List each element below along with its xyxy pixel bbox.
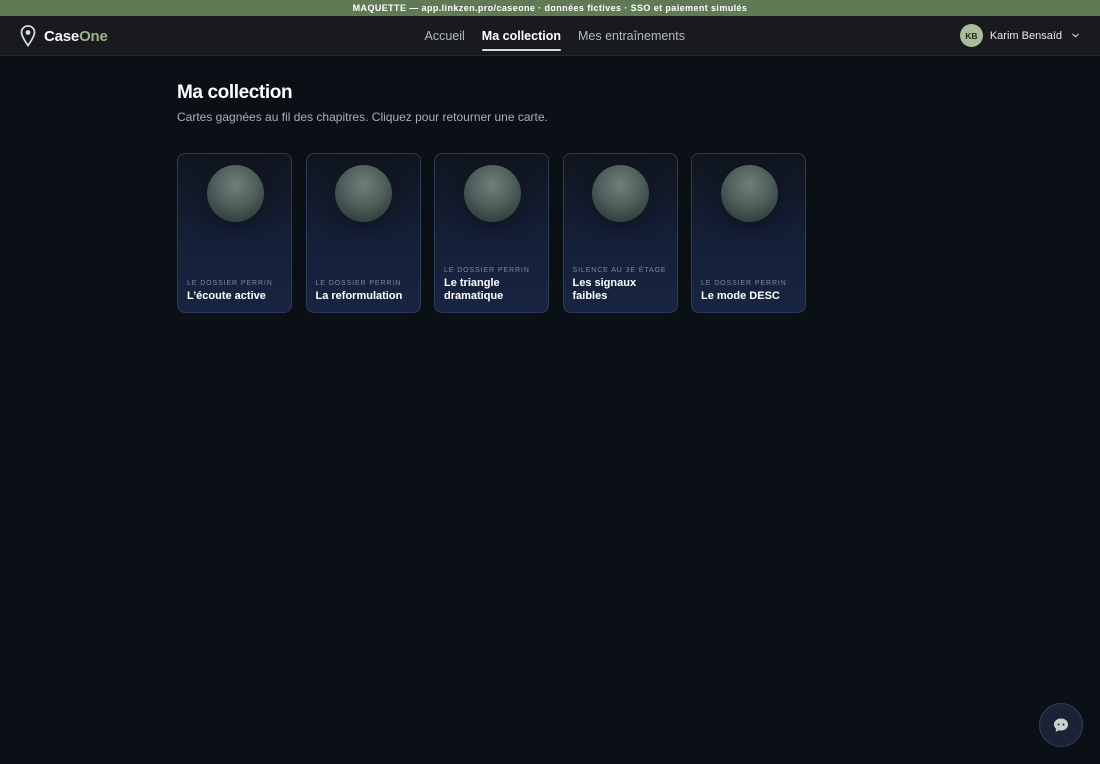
card-chapter: LE DOSSIER PERRIN (701, 279, 787, 287)
collection-card[interactable]: SILENCE AU 3E ÉTAGE Les signaux faibles (562, 153, 678, 313)
collection-card[interactable]: LE DOSSIER PERRIN Le mode DESC (691, 153, 806, 313)
card-orb-image (206, 165, 264, 222)
card-title: L’écoute active (187, 289, 266, 302)
main-nav: Accueil Ma collection Mes entraînements (416, 16, 693, 56)
card-title: Le mode DESC (701, 289, 780, 302)
nav-item-ma-collection[interactable]: Ma collection (473, 16, 569, 56)
map-pin-icon (20, 25, 36, 47)
nav-item-mes-entrainements[interactable]: Mes entraînements (569, 16, 693, 56)
collection-card[interactable]: LE DOSSIER PERRIN La reformulation (305, 153, 421, 313)
avatar: KB (959, 24, 983, 47)
user-name: Karim Bensaïd (989, 29, 1062, 42)
card-chapter: SILENCE AU 3E ÉTAGE (572, 267, 667, 274)
card-text: LE DOSSIER PERRIN Le mode DESC (701, 280, 797, 303)
card-text: LE DOSSIER PERRIN Le triangle dramatique (444, 267, 540, 302)
card-collection: LE DOSSIER PERRIN L’écoute active LE DOS… (177, 153, 806, 313)
main-content: Ma collection Cartes gagnées au fil des … (177, 82, 806, 313)
card-chapter: LE DOSSIER PERRIN (444, 267, 530, 274)
page-subtitle: Cartes gagnées au fil des chapitres. Cli… (177, 110, 548, 124)
collection-card[interactable]: LE DOSSIER PERRIN Le triangle dramatique (434, 153, 549, 313)
brand-name-part1: Case (44, 27, 80, 45)
chevron-down-icon (1072, 33, 1079, 38)
mockup-banner: MAQUETTE — app.linkzen.pro/caseone · don… (0, 0, 1100, 16)
brand-name-part2: One (79, 27, 108, 45)
card-chapter: LE DOSSIER PERRIN (315, 279, 402, 287)
card-title: La reformulation (315, 289, 403, 302)
card-title: Les signaux faibles (572, 277, 637, 302)
top-navigation-bar: CaseOne Accueil Ma collection Mes entraî… (0, 16, 1100, 56)
brand-logo[interactable]: CaseOne (20, 25, 108, 47)
chat-bot-icon (1054, 718, 1068, 732)
card-orb-image (720, 165, 778, 222)
card-text: LE DOSSIER PERRIN L’écoute active (187, 280, 283, 303)
card-text: LE DOSSIER PERRIN La reformulation (316, 280, 412, 303)
card-title: Le triangle dramatique (444, 277, 504, 302)
nav-item-accueil[interactable]: Accueil (416, 16, 473, 56)
user-menu[interactable]: KB Karim Bensaïd (959, 24, 1080, 47)
chat-assistant-button[interactable] (1039, 703, 1083, 747)
card-orb-image (592, 165, 649, 222)
card-text: SILENCE AU 3E ÉTAGE Les signaux faibles (573, 267, 669, 302)
collection-card[interactable]: LE DOSSIER PERRIN L’écoute active (177, 153, 292, 313)
card-orb-image (463, 165, 521, 222)
card-chapter: LE DOSSIER PERRIN (187, 279, 273, 287)
page-title: Ma collection (177, 82, 293, 103)
card-orb-image (335, 165, 392, 222)
brand-name: CaseOne (44, 28, 108, 45)
